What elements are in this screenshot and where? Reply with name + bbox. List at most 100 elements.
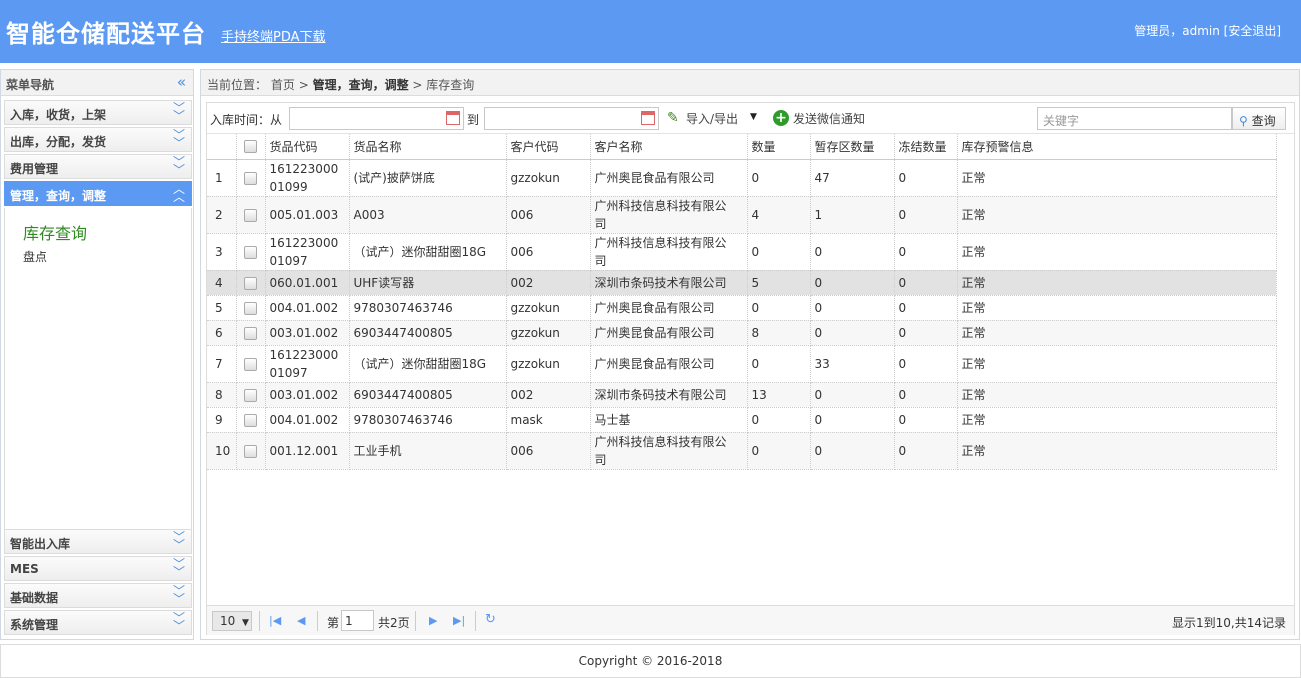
sidebar-group-fees[interactable]: 费用管理 ﹀ ﹀ [4,154,192,179]
calendar-icon[interactable] [641,111,655,125]
page-number-input[interactable]: 1 [341,610,374,631]
sidebar-group-inbound[interactable]: 入库，收货，上架 ﹀ ﹀ [4,100,192,125]
row-checkbox[interactable] [236,233,266,271]
row-checkbox[interactable] [236,432,266,470]
table-cell: 广州奥昆食品有限公司 [590,345,748,383]
column-header[interactable]: 暂存区数量 [810,134,895,160]
pda-download-link[interactable]: 手持终端PDA下载 [221,26,326,45]
table-row[interactable]: 2 005.01.003 A003 006 广州科技信息科技有限公 司 4 1 0 正常 [207,196,1277,234]
plus-icon[interactable]: + [773,110,789,126]
column-header[interactable]: 冻结数量 [894,134,958,160]
edit-icon[interactable]: ✎ [667,110,683,126]
chevron-up-icon: ︿ ︿ [172,182,185,204]
sidebar-group-mes[interactable]: MES ﹀ ﹀ [4,556,192,581]
keyword-input[interactable]: 关键字 [1037,107,1232,130]
date-from-input[interactable] [289,107,464,130]
breadcrumb-sep: > [412,78,427,92]
next-page-icon[interactable]: ▶ [429,614,437,627]
page-size-select[interactable]: 10 ▼ [212,611,252,631]
copyright-text: Copyright © 2016-2018 [578,654,723,668]
wechat-notify-button[interactable]: 发送微信通知 [793,110,865,127]
table-cell: 广州科技信息科技有限公 司 [590,196,748,234]
table-row[interactable]: 7 161223000 01097 （试产）迷你甜甜圈18G gzzokun 广州奥昆食… [207,345,1277,383]
table-row[interactable]: 8 003.01.002 6903447400805 002 深圳市条码技术有限公司 13… [207,382,1277,408]
table-cell: 0 [747,159,811,197]
main-content: 当前位置： 首页 > 管理，查询，调整 > 库存查询 入库时间：从 到 ✎ 导入… [200,69,1300,640]
column-header[interactable]: 客户代码 [506,134,591,160]
sidebar-group-smart-io[interactable]: 智能出入库 ﹀ ﹀ [4,529,192,554]
row-checkbox[interactable] [236,159,266,197]
date-to-label: 到 [467,113,480,127]
page-total: 共2页 [378,616,410,630]
refresh-icon[interactable]: ↻ [485,612,496,627]
sidebar-group-label: 系统管理 [10,618,59,632]
breadcrumb-page: 库存查询 [426,78,475,92]
table-row[interactable]: 3 161223000 01097 （试产）迷你甜甜圈18G 006 广州科技信息科技有… [207,233,1277,271]
calendar-icon[interactable] [446,111,460,125]
divider [475,611,476,631]
sidebar-group-system[interactable]: 系统管理 ﹀ ﹀ [4,610,192,635]
table-row[interactable]: 6 003.01.002 6903447400805 gzzokun 广州奥昆食品有限公… [207,320,1277,346]
table-cell: 0 [894,159,958,197]
table-cell: 马士基 [590,407,748,433]
row-number: 8 [207,382,237,408]
breadcrumb-section[interactable]: 管理，查询，调整 [313,78,409,92]
table-cell: 003.01.002 [265,382,350,408]
sidebar-group-outbound[interactable]: 出库，分配，发货 ﹀ ﹀ [4,127,192,152]
table-cell: 正常 [957,233,1277,271]
user-info[interactable]: 管理员，admin [安全退出] [1134,22,1281,39]
row-checkbox[interactable] [236,270,266,296]
table-cell: 0 [810,432,895,470]
table-cell: 002 [506,270,591,296]
column-header[interactable]: 数量 [747,134,811,160]
table-cell: gzzokun [506,345,591,383]
prev-page-icon[interactable]: ◀ [297,614,305,627]
table-cell: 161223000 01097 [265,233,350,271]
sidebar-group-base-data[interactable]: 基础数据 ﹀ ﹀ [4,583,192,608]
sidebar-item-inventory-query[interactable]: 库存查询 [23,220,87,244]
table-cell: 9780307463746 [349,407,507,433]
table-cell: 0 [894,270,958,296]
chevron-down-icon: ﹀ ﹀ [172,155,185,177]
divider [259,611,260,631]
sidebar-group-label: 基础数据 [10,591,59,605]
caret-down-icon[interactable]: ▼ [750,112,757,122]
table-cell: 0 [810,320,895,346]
date-to-input[interactable] [484,107,659,130]
collapse-left-icon[interactable]: « [177,73,186,91]
import-export-button[interactable]: 导入/导出 [686,110,738,127]
sidebar-item-stocktake[interactable]: 盘点 [23,248,47,265]
table-row[interactable]: 4 060.01.001 UHF读写器 002 深圳市条码技术有限公司 5 0 0 正常 [207,270,1277,296]
first-page-icon[interactable]: |◀ [269,614,281,627]
row-checkbox[interactable] [236,407,266,433]
search-button[interactable]: ⚲ 查询 [1232,107,1286,130]
table-cell: 广州奥昆食品有限公司 [590,320,748,346]
table-cell: 8 [747,320,811,346]
table-cell: 广州奥昆食品有限公司 [590,159,748,197]
column-header[interactable]: 货品代码 [265,134,350,160]
table-row[interactable]: 9 004.01.002 9780307463746 mask 马士基 0 0 0 正常 [207,407,1277,433]
row-checkbox[interactable] [236,196,266,234]
row-checkbox[interactable] [236,382,266,408]
table-row[interactable]: 10 001.12.001 工业手机 006 广州科技信息科技有限公 司 0 0 0 正常 [207,432,1277,470]
last-page-icon[interactable]: ▶| [453,614,465,627]
table-cell: 正常 [957,295,1277,321]
table-cell: 060.01.001 [265,270,350,296]
column-header[interactable]: 货品名称 [349,134,507,160]
table-cell: （试产）迷你甜甜圈18G [349,233,507,271]
table-cell: 5 [747,270,811,296]
table-cell: 0 [747,407,811,433]
sidebar-group-manage[interactable]: 管理，查询，调整 ︿ ︿ [4,181,192,206]
row-checkbox[interactable] [236,295,266,321]
table-row[interactable]: 5 004.01.002 9780307463746 gzzokun 广州奥昆食品有限公… [207,295,1277,321]
table-row[interactable]: 1 161223000 01099 (试产)披萨饼底 gzzokun 广州奥昆食品有限公… [207,159,1277,197]
breadcrumb-home[interactable]: 首页 [271,78,295,92]
row-number: 10 [207,432,237,470]
table-cell: gzzokun [506,295,591,321]
select-all-checkbox[interactable] [236,134,266,160]
column-header[interactable]: 客户名称 [590,134,748,160]
table-cell: 正常 [957,407,1277,433]
column-header[interactable]: 库存预警信息 [957,134,1277,160]
row-checkbox[interactable] [236,320,266,346]
row-checkbox[interactable] [236,345,266,383]
